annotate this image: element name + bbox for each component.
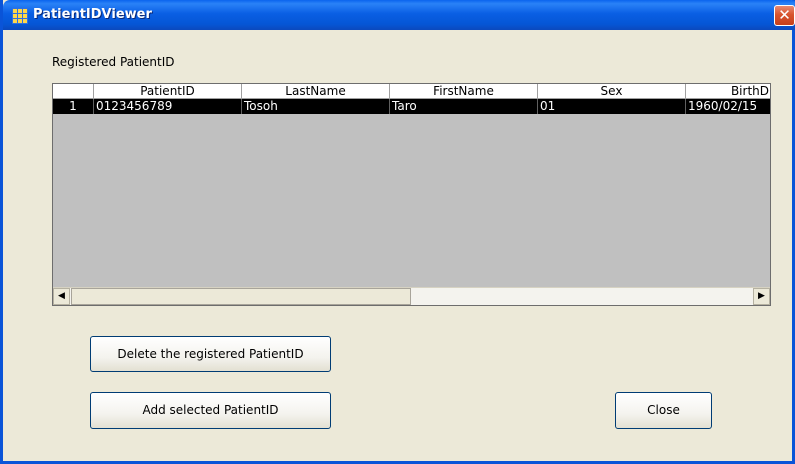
table-row[interactable]: 1 0123456789 Tosoh Taro 01 1960/02/15: [53, 99, 770, 114]
window-close-button[interactable]: ✕: [774, 5, 795, 26]
cell-firstname[interactable]: Taro: [390, 99, 538, 114]
cell-sex[interactable]: 01: [538, 99, 686, 114]
title-bar[interactable]: PatientIDViewer ✕: [3, 0, 795, 30]
arrow-right-icon: ▶: [758, 291, 765, 301]
cell-patientid[interactable]: 0123456789: [94, 99, 242, 114]
grid-corner-cell[interactable]: [53, 84, 94, 99]
scrollbar-thumb[interactable]: [71, 288, 411, 305]
close-button[interactable]: Close: [615, 392, 712, 429]
scroll-left-button[interactable]: ◀: [53, 288, 70, 305]
row-number-cell[interactable]: 1: [53, 99, 94, 114]
add-selected-patientid-button[interactable]: Add selected PatientID: [90, 392, 331, 429]
patient-grid[interactable]: PatientID LastName FirstName Sex BirthD …: [52, 83, 771, 306]
arrow-left-icon: ◀: [58, 291, 65, 301]
horizontal-scrollbar[interactable]: ◀ ▶: [53, 287, 770, 305]
window-title: PatientIDViewer: [33, 7, 152, 22]
column-header-firstname[interactable]: FirstName: [390, 84, 538, 99]
column-header-patientid[interactable]: PatientID: [94, 84, 242, 99]
delete-registered-patientid-button[interactable]: Delete the registered PatientID: [90, 336, 331, 372]
column-header-birthdate[interactable]: BirthD: [686, 84, 770, 99]
column-header-sex[interactable]: Sex: [538, 84, 686, 99]
column-header-lastname[interactable]: LastName: [242, 84, 390, 99]
registered-patientid-label: Registered PatientID: [52, 55, 175, 69]
scroll-right-button[interactable]: ▶: [753, 288, 770, 305]
cell-birthdate[interactable]: 1960/02/15: [686, 99, 770, 114]
close-icon: ✕: [778, 6, 791, 24]
cell-lastname[interactable]: Tosoh: [242, 99, 390, 114]
grid-app-icon: [12, 8, 28, 24]
main-window: PatientIDViewer ✕ Registered PatientID P…: [0, 0, 795, 464]
grid-header: PatientID LastName FirstName Sex BirthD: [53, 84, 770, 99]
